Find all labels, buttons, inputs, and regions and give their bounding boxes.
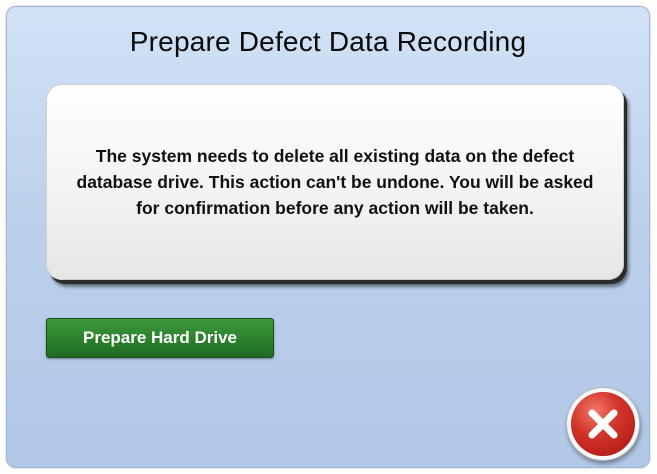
prepare-hard-drive-button[interactable]: Prepare Hard Drive [46,318,274,358]
prepare-defect-dialog: Prepare Defect Data Recording The system… [6,6,650,468]
message-text: The system needs to delete all existing … [76,146,594,218]
close-button[interactable] [571,392,635,456]
message-panel: The system needs to delete all existing … [46,84,624,280]
dialog-title: Prepare Defect Data Recording [129,26,527,57]
close-x-icon [588,409,618,439]
